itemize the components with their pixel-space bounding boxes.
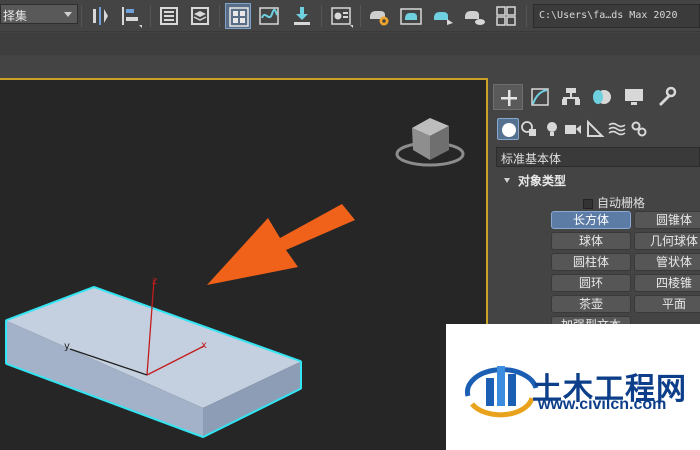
tab-motion[interactable] [587,84,617,110]
layer-explorer-button[interactable] [187,3,213,29]
align-button[interactable] [117,3,143,29]
checkbox-box [583,198,593,209]
material-editor-icon [331,7,353,28]
gears-icon [631,121,647,137]
autogrid-label: 自动栅格 [597,196,646,210]
list-icon [160,7,178,25]
viewport-header-bar [0,55,700,78]
tab-utilities[interactable] [651,84,681,110]
mirror-button[interactable] [87,3,113,29]
main-toolbar: 择集 C:\Users\fa…ds Max 2020 [0,0,700,32]
camera-icon [565,125,581,134]
render-frame-icon [400,8,422,25]
teapot-render-icon [434,12,453,25]
align-icon [122,7,142,28]
selected-box-object[interactable] [5,286,302,438]
tab-display[interactable] [619,84,649,110]
ruler-icon [587,119,605,137]
material-editor-button[interactable] [328,3,354,29]
mirror-icon [93,7,108,25]
tab-hierarchy[interactable] [556,84,586,110]
tab-modify[interactable] [525,84,555,110]
plus-icon [501,90,517,106]
teapot-cloud-icon [465,11,485,25]
render-setup-button[interactable] [366,3,392,29]
toolbar-separator [526,5,527,27]
ribbon-icon [229,7,249,27]
shapes-category-button[interactable] [519,118,541,140]
secondary-toolbar [0,33,700,55]
project-path-field[interactable]: C:\Users\fa…ds Max 2020 [533,4,700,28]
plane-button[interactable]: 平面 [634,295,700,313]
torus-button[interactable]: 圆环 [551,274,631,292]
lights-category-button[interactable] [541,118,563,140]
cylinder-button[interactable]: 圆柱体 [551,253,631,271]
collapse-triangle-icon [504,178,510,183]
tab-create[interactable] [493,84,523,110]
systems-category-button[interactable] [628,118,650,140]
hierarchy-icon [562,88,580,105]
curve-editor-icon [259,7,279,25]
download-icon [294,7,310,25]
render-setup-icon [370,11,389,26]
primitive-type-dropdown[interactable]: 标准基本体 [496,147,700,167]
toolbar-separator [150,5,151,27]
pyramid-button[interactable]: 四棱锥 [634,274,700,292]
curve-editor-button[interactable] [256,3,282,29]
viewport-scene: z x y [5,118,465,438]
project-path-text: C:\Users\fa…ds Max 2020 [539,10,678,21]
sphere-icon [502,123,516,137]
shapes-icon [521,121,536,136]
object-type-rollout-header[interactable]: 对象类型 [498,172,566,189]
scene-explorer-button[interactable] [156,3,182,29]
geosphere-button[interactable]: 几何球体 [634,232,700,250]
toolbar-separator [81,5,82,27]
viewcube[interactable] [395,118,465,167]
x-axis-label: x [201,340,207,351]
primitive-type-label: 标准基本体 [501,152,562,166]
render-in-cloud-button[interactable] [461,3,487,29]
render-production-button[interactable] [429,3,455,29]
watermark-url: www.civilcn.com [538,396,667,413]
rendered-frame-window-button[interactable] [398,3,424,29]
chevron-down-icon [64,12,72,17]
tube-button[interactable]: 管状体 [634,253,700,271]
site-watermark: 土木工程网 www.civilcn.com [446,324,700,450]
sphere-button[interactable]: 球体 [551,232,631,250]
box-button[interactable]: 长方体 [551,211,631,229]
object-type-title: 对象类型 [518,174,567,188]
selection-set-dropdown[interactable]: 择集 [0,4,78,24]
geometry-category-button[interactable] [497,118,519,140]
perspective-viewport[interactable]: z x y [0,78,488,450]
helpers-category-button[interactable] [584,118,606,140]
a360-gallery-button[interactable] [493,3,519,29]
autogrid-checkbox[interactable]: 自动栅格 [583,194,645,211]
spacewarps-category-button[interactable] [606,118,628,140]
site-logo [464,366,539,418]
grid-gallery-icon [496,6,516,26]
wrench-icon [659,86,677,106]
layers-icon [191,7,209,25]
toolbar-separator [219,5,220,27]
cone-button[interactable]: 圆锥体 [634,211,700,229]
z-axis-label: z [152,276,157,287]
selection-set-label: 择集 [3,9,28,23]
toggle-ribbon-button[interactable] [225,3,251,29]
bulb-icon [547,122,557,136]
y-axis-label: y [64,341,70,352]
toolbar-separator [321,5,322,27]
motion-icon [593,90,611,104]
schematic-view-button[interactable] [289,3,315,29]
teapot-button[interactable]: 茶壶 [551,295,631,313]
monitor-icon [625,89,643,105]
toolbar-separator [360,5,361,27]
modify-icon [531,88,549,106]
orange-arrow-annotation [207,204,355,285]
waves-icon [608,122,626,136]
cameras-category-button[interactable] [562,118,584,140]
